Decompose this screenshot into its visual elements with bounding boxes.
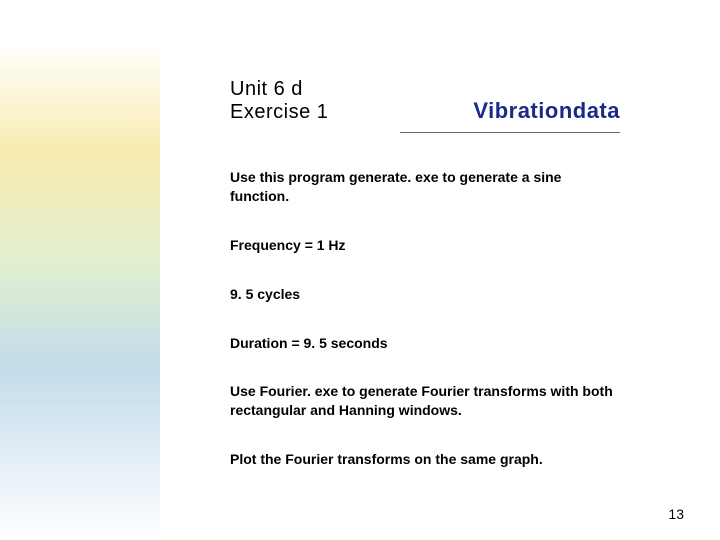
body-paragraph-2: Frequency = 1 Hz [230,236,620,255]
slide-content: Unit 6 d Exercise 1 Vibrationdata Use th… [0,0,720,540]
title-line-2: Exercise 1 [230,101,328,124]
header-divider [400,132,620,133]
body-paragraph-3: 9. 5 cycles [230,285,620,304]
slide-header: Unit 6 d Exercise 1 Vibrationdata [230,78,620,124]
brand-label: Vibrationdata [473,98,620,124]
page-number: 13 [668,506,684,522]
title-block: Unit 6 d Exercise 1 [230,78,328,124]
title-line-1: Unit 6 d [230,78,328,101]
slide-body: Use this program generate. exe to genera… [230,168,620,499]
body-paragraph-5: Use Fourier. exe to generate Fourier tra… [230,382,620,420]
body-paragraph-4: Duration = 9. 5 seconds [230,334,620,353]
body-paragraph-1: Use this program generate. exe to genera… [230,168,620,206]
body-paragraph-6: Plot the Fourier transforms on the same … [230,450,620,469]
